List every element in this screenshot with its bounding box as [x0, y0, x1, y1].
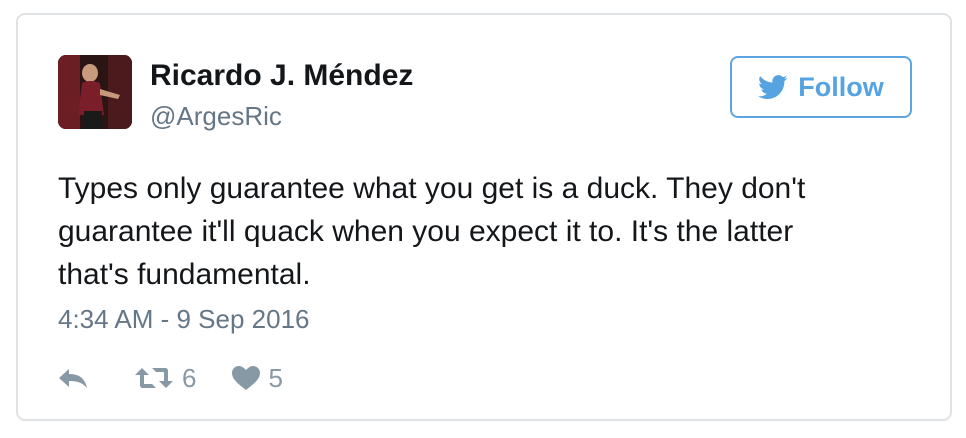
- tweet-actions: 6 5: [58, 362, 283, 394]
- avatar-image: [58, 55, 132, 129]
- reply-icon: [59, 369, 87, 388]
- retweet-button[interactable]: 6: [134, 363, 196, 394]
- tweet-text-line: Types only guarantee what you get is a d…: [58, 172, 806, 205]
- avatar[interactable]: [58, 55, 132, 129]
- follow-button[interactable]: Follow: [730, 56, 912, 118]
- like-button[interactable]: 5: [232, 362, 283, 394]
- retweet-icon: [135, 368, 173, 388]
- follow-label: Follow: [798, 71, 884, 102]
- tweet-text-line: that's fundamental.: [58, 258, 311, 291]
- timestamp[interactable]: 4:34 AM - 9 Sep 2016: [58, 304, 310, 335]
- like-count: 5: [268, 362, 283, 393]
- tweet-text-line: guarantee it'll quack when you expect it…: [58, 215, 794, 248]
- author-handle[interactable]: @ArgesRic: [150, 101, 282, 132]
- retweet-count: 6: [182, 362, 197, 393]
- author-name[interactable]: Ricardo J. Méndez: [150, 59, 413, 93]
- reply-button[interactable]: [58, 367, 120, 389]
- tweet-text: Types only guarantee what you get is a d…: [58, 167, 918, 296]
- twitter-bird-icon: [758, 74, 788, 99]
- heart-icon: [232, 366, 261, 390]
- tweet-card: Ricardo J. Méndez @ArgesRic Follow Types…: [16, 13, 952, 421]
